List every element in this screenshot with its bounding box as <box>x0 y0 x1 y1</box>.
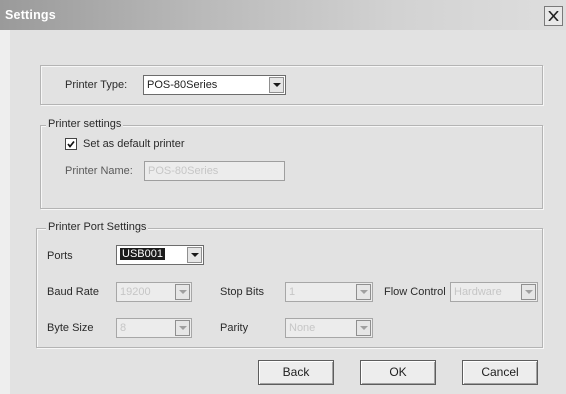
chevron-down-icon[interactable] <box>175 284 190 300</box>
chevron-down-icon[interactable] <box>356 284 371 300</box>
close-button[interactable] <box>544 6 563 26</box>
stop-bits-label: Stop Bits <box>220 286 265 298</box>
parity-label: Parity <box>220 322 249 334</box>
cancel-button[interactable]: Cancel <box>462 360 538 385</box>
flow-control-label: Flow Control <box>384 286 446 298</box>
parity-dropdown[interactable]: None <box>285 318 373 338</box>
flow-control-dropdown[interactable]: Hardware <box>450 282 538 302</box>
printer-name-field[interactable]: POS-80Series <box>144 161 285 181</box>
dialog-body: Printer Type: POS-80Series Printer setti… <box>10 30 566 394</box>
ports-value: USB001 <box>120 248 165 260</box>
ok-button[interactable]: OK <box>360 360 436 385</box>
settings-window: Settings Printer Type: POS-80Series Prin… <box>0 0 566 394</box>
chevron-down-icon[interactable] <box>521 284 536 300</box>
window-frame-edge <box>0 30 10 394</box>
baud-rate-label: Baud Rate <box>47 286 99 298</box>
byte-size-dropdown[interactable]: 8 <box>116 318 192 338</box>
baud-rate-dropdown[interactable]: 19200 <box>116 282 192 302</box>
flow-control-value: Hardware <box>454 286 502 298</box>
back-button[interactable]: Back <box>258 360 334 385</box>
default-printer-checkbox[interactable] <box>65 138 77 150</box>
printer-name-value: POS-80Series <box>148 165 219 177</box>
baud-rate-value: 19200 <box>120 286 151 298</box>
chevron-down-icon[interactable] <box>175 320 190 336</box>
ports-dropdown[interactable]: USB001 <box>116 245 204 265</box>
title-bar[interactable]: Settings <box>0 0 566 30</box>
chevron-down-icon[interactable] <box>356 320 371 336</box>
printer-settings-title: Printer settings <box>46 118 124 130</box>
printer-type-label: Printer Type: <box>65 79 128 91</box>
port-settings-title: Printer Port Settings <box>46 221 149 233</box>
stop-bits-dropdown[interactable]: 1 <box>285 282 373 302</box>
printer-type-value: POS-80Series <box>147 79 218 91</box>
window-title: Settings <box>5 8 56 22</box>
stop-bits-value: 1 <box>289 286 296 298</box>
printer-name-label: Printer Name: <box>65 165 133 177</box>
printer-type-dropdown[interactable]: POS-80Series <box>143 75 286 95</box>
ports-label: Ports <box>47 250 73 262</box>
byte-size-value: 8 <box>120 322 127 334</box>
chevron-down-icon[interactable] <box>269 77 284 93</box>
default-printer-label[interactable]: Set as default printer <box>83 138 185 150</box>
byte-size-label: Byte Size <box>47 322 94 334</box>
parity-value: None <box>289 322 316 334</box>
chevron-down-icon[interactable] <box>187 247 202 263</box>
